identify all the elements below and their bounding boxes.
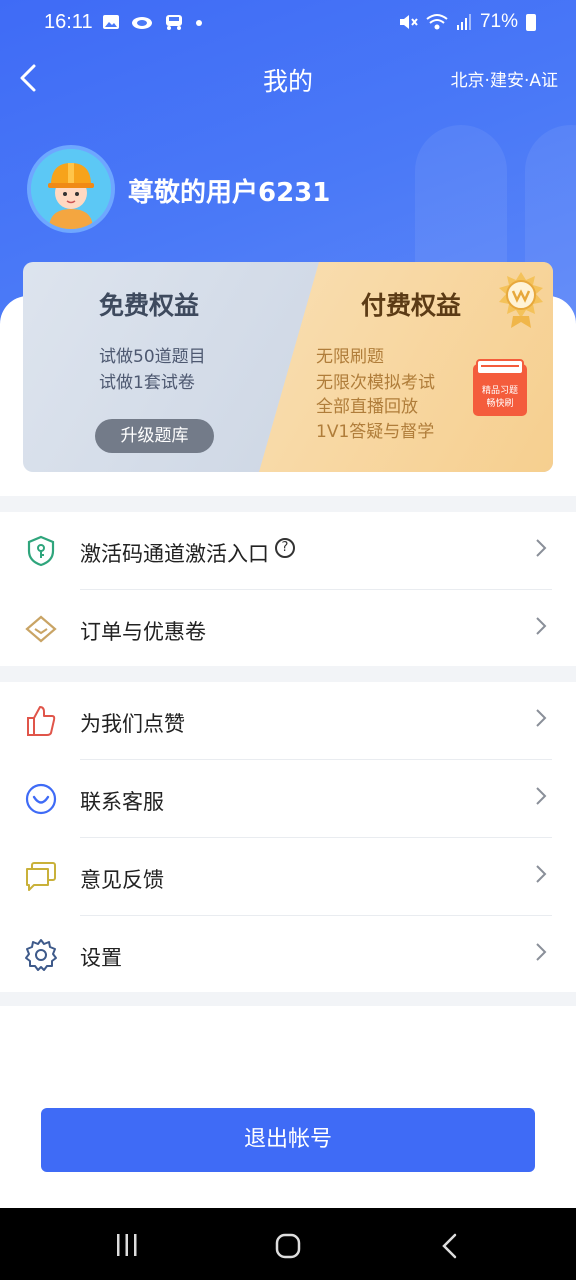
help-icon[interactable]: ? bbox=[275, 538, 295, 558]
menu-item-feedback[interactable]: 意见反馈 bbox=[0, 838, 576, 916]
recent-apps-icon[interactable] bbox=[114, 1232, 140, 1258]
chevron-right-icon bbox=[536, 943, 547, 961]
chevron-right-icon bbox=[536, 865, 547, 883]
notification-icons bbox=[102, 12, 203, 34]
menu-item-like-us[interactable]: 为我们点赞 bbox=[0, 682, 576, 760]
shield-key-icon bbox=[27, 535, 55, 567]
crown-medal-icon bbox=[499, 272, 543, 328]
practice-book-icon: 精品习题 畅快刷 bbox=[473, 359, 527, 416]
paid-benefits-title: 付费权益 bbox=[361, 291, 462, 320]
paid-benefit-item: 无限刷题 bbox=[316, 347, 384, 367]
menu-item-customer-service[interactable]: 联系客服 bbox=[0, 760, 576, 838]
battery-percent: 71% bbox=[479, 11, 518, 32]
settings-label: 设置 bbox=[80, 946, 122, 970]
chevron-right-icon bbox=[536, 787, 547, 805]
cloud-icon bbox=[132, 17, 153, 29]
coupon-icon bbox=[25, 615, 57, 643]
feedback-icon bbox=[26, 862, 56, 891]
chevron-right-icon bbox=[536, 709, 547, 727]
menu-group-activation: 激活码通道激活入口? 订单与优惠卷 bbox=[0, 512, 576, 666]
feedback-label: 意见反馈 bbox=[80, 868, 164, 892]
activation-label: 激活码通道激活入口 bbox=[80, 542, 269, 566]
menu-item-settings[interactable]: 设置 bbox=[0, 916, 576, 994]
chevron-right-icon bbox=[536, 617, 547, 635]
customer-service-icon bbox=[25, 783, 57, 815]
free-benefit-item: 试做1套试卷 bbox=[99, 373, 195, 393]
book-label: 精品习题 bbox=[482, 384, 518, 396]
car-icon bbox=[166, 15, 183, 30]
status-right: 71% bbox=[398, 11, 536, 33]
region-selector[interactable]: 北京·建安·A证 bbox=[451, 66, 558, 91]
image-icon bbox=[103, 15, 119, 29]
bottom-area bbox=[0, 1006, 576, 1208]
signal-icon bbox=[456, 14, 471, 30]
section-gap bbox=[0, 666, 576, 682]
back-nav-icon[interactable] bbox=[438, 1232, 462, 1260]
status-time: 16:11 bbox=[44, 11, 93, 33]
orders-label: 订单与优惠卷 bbox=[80, 620, 206, 644]
paid-benefit-item: 无限次模拟考试 bbox=[316, 373, 435, 393]
thumbs-up-icon bbox=[27, 706, 56, 736]
menu-item-orders[interactable]: 订单与优惠卷 bbox=[0, 590, 576, 668]
system-navigation-bar bbox=[0, 1208, 576, 1280]
chevron-right-icon bbox=[536, 539, 547, 557]
battery-icon bbox=[526, 13, 536, 31]
benefits-card[interactable]: 免费权益 试做50道题目 试做1套试卷 升级题库 付费权益 无限刷题 无限次模拟… bbox=[23, 262, 553, 472]
worker-avatar-icon bbox=[31, 149, 111, 229]
dot-icon bbox=[196, 20, 203, 26]
section-gap bbox=[0, 496, 576, 512]
menu-item-activation-code[interactable]: 激活码通道激活入口? bbox=[0, 512, 576, 590]
menu-group-general: 为我们点赞 联系客服 意见反馈 设置 bbox=[0, 682, 576, 992]
mute-icon bbox=[399, 15, 418, 29]
status-bar: 16:11 71% bbox=[0, 0, 576, 48]
username: 尊敬的用户6231 bbox=[128, 178, 331, 208]
logout-button[interactable]: 退出帐号 bbox=[41, 1108, 535, 1172]
menu-label: 激活码通道激活入口? bbox=[80, 538, 295, 568]
free-benefit-item: 试做50道题目 bbox=[99, 347, 206, 367]
nav-bar: 我的 北京·建安·A证 bbox=[0, 52, 576, 104]
paid-benefit-item: 全部直播回放 bbox=[316, 397, 418, 417]
avatar[interactable] bbox=[27, 145, 115, 233]
home-icon[interactable] bbox=[274, 1232, 302, 1260]
wifi-icon bbox=[426, 14, 448, 30]
free-benefits-title: 免费权益 bbox=[99, 291, 200, 320]
gear-icon bbox=[25, 939, 57, 971]
paid-benefit-item: 1V1答疑与督学 bbox=[316, 422, 435, 442]
book-label: 畅快刷 bbox=[486, 397, 513, 409]
upgrade-button[interactable]: 升级题库 bbox=[95, 419, 214, 453]
customer-service-label: 联系客服 bbox=[80, 790, 164, 814]
like-us-label: 为我们点赞 bbox=[80, 712, 185, 736]
